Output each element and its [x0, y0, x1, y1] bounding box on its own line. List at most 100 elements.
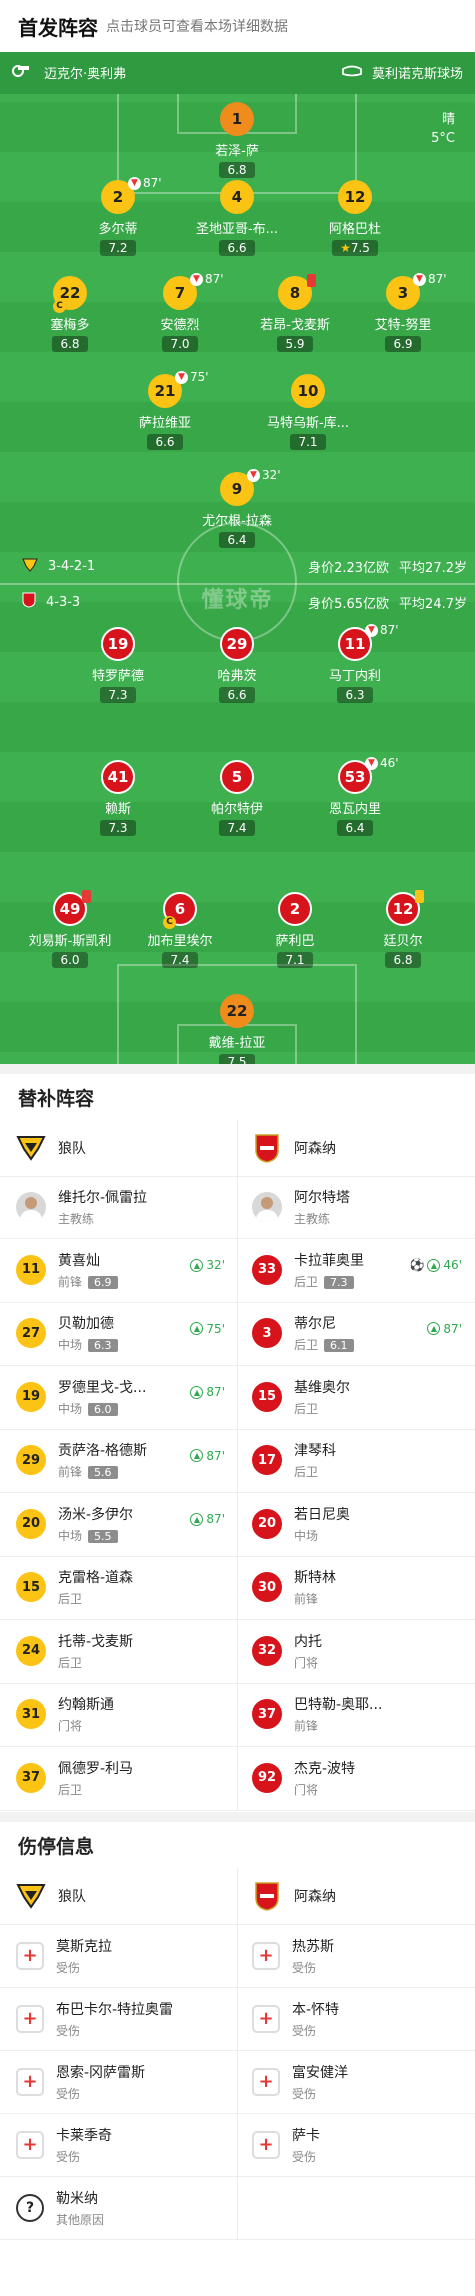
yellow-card-icon	[415, 890, 424, 903]
sub-player-item[interactable]: 37 佩德罗-利马 后卫	[0, 1746, 237, 1810]
sub-player-item[interactable]: 92 杰克-波特 门将	[237, 1746, 474, 1810]
captain-icon: C	[163, 916, 176, 929]
coach-item[interactable]: 阿尔特塔 主教练	[237, 1176, 474, 1238]
player-name: 帕尔特伊	[210, 802, 263, 817]
injury-reason: 受伤	[292, 2149, 317, 2164]
player-marker[interactable]: ▼ 75' 21 萨拉维亚 6.6	[105, 370, 225, 450]
player-marker[interactable]: ▼ 46' 53 恩瓦内里 6.4	[295, 756, 415, 836]
injury-item[interactable]: + 卡莱季奇 受伤	[0, 2113, 237, 2176]
injured-player-name: 布巴卡尔-特拉奥雷	[56, 2001, 174, 2018]
player-number: 10	[291, 374, 325, 408]
sub-number: 30	[252, 1572, 282, 1603]
player-marker[interactable]: 12 廷贝尔 6.8	[343, 890, 463, 968]
sub-player-item[interactable]: 20 汤米-多伊尔 中场 5.5 ▲ 87'	[0, 1492, 237, 1556]
injured-player-name: 勒米纳	[56, 2190, 98, 2207]
team-header[interactable]: 狼队	[0, 1868, 237, 1924]
sub-player-item[interactable]: 17 津琴科 后卫	[237, 1428, 474, 1492]
team-header[interactable]: 阿森纳	[237, 1868, 474, 1924]
player-marker[interactable]: 5 帕尔特伊 7.4	[177, 760, 297, 836]
sub-player-item[interactable]: 19 罗德里戈-戈... 中场 6.0 ▲ 87'	[0, 1365, 237, 1429]
sub-out-icon: ▼	[413, 273, 426, 286]
sub-player-item[interactable]: 31 约翰斯通 门将	[0, 1683, 237, 1747]
sub-position: 后卫	[294, 1465, 319, 1480]
coach-item[interactable]: 维托尔-佩雷拉 主教练	[0, 1176, 237, 1238]
sub-player-item[interactable]: 15 克雷格-道森 后卫	[0, 1556, 237, 1620]
sub-in-indicator: ▲ 87'	[427, 1322, 462, 1336]
sub-player-item[interactable]: 29 贡萨洛-格德斯 前锋 5.6 ▲ 87'	[0, 1429, 237, 1493]
player-marker[interactable]: 22 戴维-拉亚 7.5	[177, 994, 297, 1064]
sub-player-item[interactable]: 37 巴特勒-奥耶... 前锋	[237, 1682, 474, 1746]
player-marker[interactable]: 49 刘易斯-斯凯利 6.0	[10, 890, 130, 968]
player-marker[interactable]: 6 C 加布里埃尔 7.4	[120, 892, 240, 968]
sub-player-item[interactable]: 11 黄喜灿 前锋 6.9 ▲ 32'	[0, 1238, 237, 1302]
player-rating: 6.3	[337, 687, 373, 703]
player-number: 12	[338, 180, 372, 214]
sub-player-item[interactable]: 30 斯特林 前锋	[237, 1555, 474, 1619]
sub-minute: 87'	[143, 176, 162, 190]
sub-number: 27	[16, 1318, 46, 1349]
player-marker[interactable]: 4 圣地亚哥-布... 6.6	[177, 180, 297, 256]
team-header[interactable]: 阿森纳	[237, 1120, 474, 1176]
medical-kit-icon: +	[16, 2067, 44, 2096]
player-marker[interactable]: 1 若泽-萨 6.8	[177, 102, 297, 178]
red-card-icon	[82, 890, 91, 903]
injured-player-name: 富安健洋	[292, 2064, 348, 2081]
player-marker[interactable]: 29 哈弗茨 6.6	[177, 627, 297, 703]
team-header[interactable]: 狼队	[0, 1120, 237, 1176]
sub-player-item[interactable]: 32 内托 门将	[237, 1619, 474, 1683]
medical-kit-icon: +	[16, 1941, 44, 1970]
sub-player-item[interactable]: 27 贝勒加德 中场 6.3 ▲ 75'	[0, 1302, 237, 1366]
injury-item[interactable]: + 热苏斯 受伤	[237, 1924, 474, 1987]
player-marker[interactable]: ▼ 87' 7 安德烈 7.0	[120, 272, 240, 352]
player-rating: 7.1	[277, 952, 313, 968]
player-marker[interactable]: 8 若昂-戈麦斯 5.9	[235, 274, 355, 352]
sub-number: 29	[16, 1445, 46, 1476]
sub-in-icon: ▲	[427, 1258, 441, 1272]
sub-name: 托蒂-戈麦斯	[58, 1633, 134, 1650]
whistle-icon	[12, 64, 30, 81]
player-rating: 6.9	[385, 336, 421, 352]
sub-in-minute: 87'	[443, 1321, 462, 1336]
sub-player-item[interactable]: 3 蒂尔尼 后卫 6.1 ▲ 87'	[237, 1301, 474, 1365]
injury-item[interactable]: + 莫斯克拉 受伤	[0, 1924, 237, 1987]
injury-reason: 受伤	[56, 1960, 81, 1975]
sub-position: 后卫	[58, 1782, 83, 1797]
sub-position: 后卫	[58, 1592, 83, 1607]
sub-player-item[interactable]: 33 卡拉菲奥里 后卫 7.3 ⚽ ▲ 46'	[237, 1238, 474, 1302]
injury-item[interactable]: + 本-怀特 受伤	[237, 1987, 474, 2050]
injury-item[interactable]: + 恩索-冈萨雷斯 受伤	[0, 2050, 237, 2113]
player-marker[interactable]: 19 特罗萨德 7.3	[58, 627, 178, 703]
player-marker[interactable]: 22 C 塞梅多 6.8	[10, 276, 130, 352]
player-name: 哈弗茨	[217, 669, 257, 684]
home-avg-age: 平均27.2岁	[399, 561, 467, 576]
player-rating-value: 7.5	[350, 241, 370, 255]
player-marker[interactable]: 10 马特乌斯-库... 7.1	[248, 374, 368, 450]
player-marker[interactable]: ▼ 87' 2 多尔蒂 7.2	[58, 176, 178, 256]
sub-player-item[interactable]: 24 托蒂-戈麦斯 后卫	[0, 1619, 237, 1683]
sub-out-icon: ▼	[190, 273, 203, 286]
player-marker[interactable]: ▼ 87' 3 艾特-努里 6.9	[343, 272, 463, 352]
player-marker[interactable]: ▼ 32' 9 尤尔根-拉森 6.4	[177, 468, 297, 548]
sub-name: 基维奥尔	[294, 1379, 350, 1396]
coach-role: 主教练	[294, 1212, 331, 1226]
player-marker[interactable]: 12 阿格巴杜 ★7.5	[295, 180, 415, 256]
sub-player-item[interactable]: 20 若日尼奥 中场	[237, 1492, 474, 1556]
injury-item[interactable]: + 萨卡 受伤	[237, 2113, 474, 2176]
sub-name: 罗德里戈-戈...	[58, 1379, 147, 1396]
player-marker[interactable]: 2 萨利巴 7.1	[235, 892, 355, 968]
list-row: 37 佩德罗-利马 后卫 92 杰克-波特 门将	[0, 1746, 475, 1810]
sub-in-indicator: ▲ 87'	[190, 1385, 225, 1399]
sub-position: 门将	[294, 1655, 319, 1670]
player-marker[interactable]: 41 赖斯 7.3	[58, 760, 178, 836]
stadium-icon	[342, 65, 362, 81]
injury-item[interactable]: + 布巴卡尔-特拉奥雷 受伤	[0, 1987, 237, 2050]
venue-bar: 迈克尔·奥利弗 莫利诺克斯球场	[0, 52, 475, 94]
player-marker[interactable]: ▼ 87' 11 马丁内利 6.3	[295, 623, 415, 703]
sub-rating: 6.3	[88, 1339, 118, 1353]
sub-minute: 46'	[380, 756, 399, 770]
injury-item[interactable]: + 富安健洋 受伤	[237, 2050, 474, 2113]
injury-item[interactable]: ? 勒米纳 其他原因	[0, 2176, 237, 2239]
sub-player-item[interactable]: 15 基维奥尔 后卫	[237, 1365, 474, 1429]
list-row: 11 黄喜灿 前锋 6.9 ▲ 32' 33 卡拉菲奥里 后卫 7.3 ⚽ ▲ 46'	[0, 1238, 475, 1302]
list-row: 15 克雷格-道森 后卫 30 斯特林 前锋	[0, 1555, 475, 1620]
